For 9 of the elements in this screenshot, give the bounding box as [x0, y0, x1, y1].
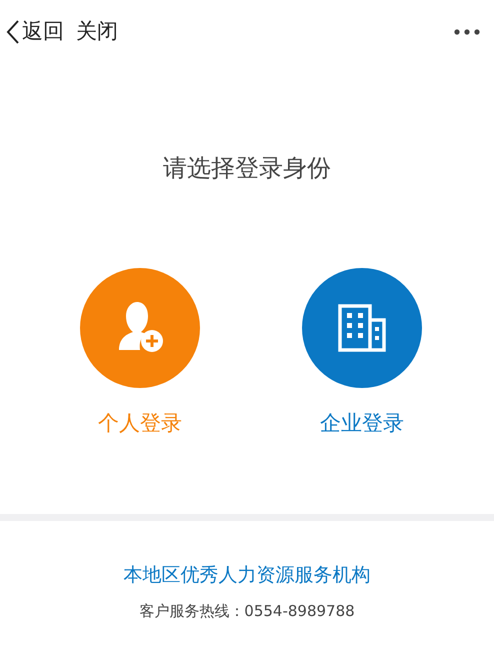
page-title: 请选择登录身份 [163, 153, 331, 184]
login-label[interactable]: 企业登录 [320, 408, 404, 440]
back-button[interactable]: 返回 [6, 16, 64, 48]
building-icon [336, 302, 388, 354]
back-icon [6, 19, 20, 45]
close-button[interactable]: 关闭 [76, 16, 118, 48]
more-icon[interactable] [454, 29, 480, 35]
hotline-text: 客户服务热线：0554-8989788 [139, 600, 355, 622]
organization-name: 本地区优秀人力资源服务机构 [124, 563, 370, 588]
